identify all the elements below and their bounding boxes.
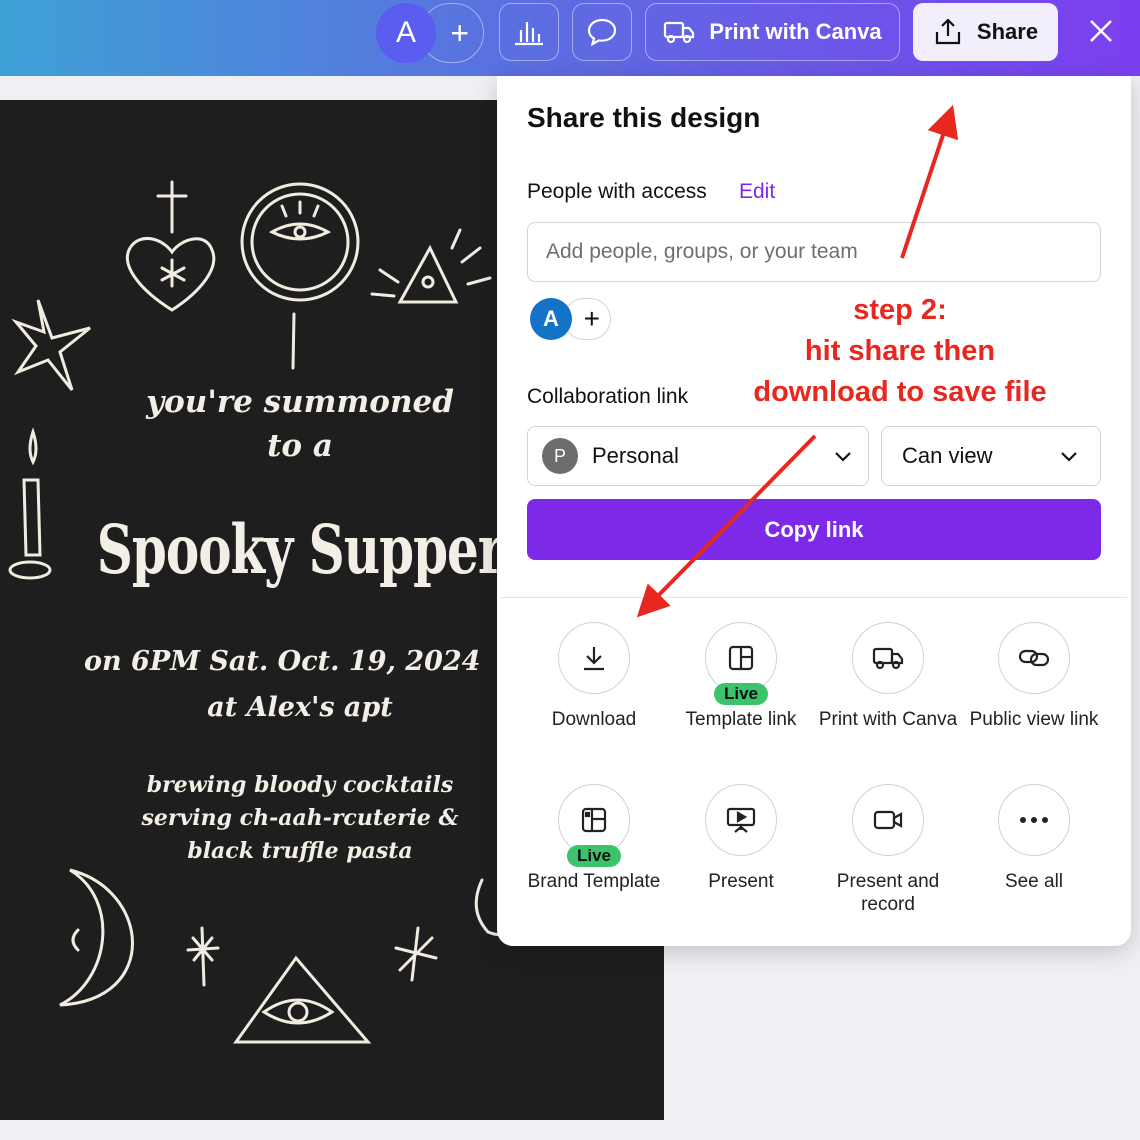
annotation-line-3: download to save file bbox=[753, 376, 1047, 408]
brand-template-option[interactable]: Live Brand Template bbox=[519, 784, 669, 893]
print-option[interactable]: Print with Canva bbox=[813, 622, 963, 731]
see-all-option[interactable]: See all bbox=[959, 784, 1109, 893]
brand-template-button[interactable]: Live bbox=[558, 784, 630, 867]
plus-icon: + bbox=[450, 14, 469, 51]
share-button[interactable]: Share bbox=[913, 3, 1058, 61]
collaboration-link-label: Collaboration link bbox=[527, 385, 689, 408]
panel-title: Share this design bbox=[527, 102, 761, 133]
insights-icon bbox=[515, 22, 543, 46]
plus-icon: + bbox=[583, 303, 600, 334]
annotation-line-2: hit share then bbox=[804, 335, 996, 367]
present-button[interactable] bbox=[705, 784, 777, 856]
template-link-label: Template link bbox=[685, 709, 797, 730]
divider bbox=[501, 597, 1127, 598]
present-and-record-label: Present and record bbox=[836, 871, 940, 915]
truck-icon bbox=[664, 21, 695, 44]
print-label: Print with Canva bbox=[818, 709, 958, 730]
link-scope-select[interactable]: P Personal bbox=[527, 426, 869, 486]
brand-template-icon bbox=[581, 807, 607, 833]
link-icon bbox=[1018, 649, 1050, 667]
top-toolbar: + A Print with Canva Share bbox=[0, 0, 1140, 76]
link-scope-value: Personal bbox=[592, 443, 679, 468]
public-view-link-option[interactable]: Public view link bbox=[959, 622, 1109, 731]
more-icon bbox=[1020, 817, 1048, 823]
permission-value: Can view bbox=[902, 443, 993, 468]
comment-icon bbox=[587, 18, 617, 47]
close-icon[interactable] bbox=[1082, 12, 1120, 50]
share-label: Share bbox=[976, 19, 1039, 44]
scope-badge: P bbox=[542, 438, 578, 474]
download-option[interactable]: Download bbox=[519, 622, 669, 731]
live-badge: Live bbox=[713, 683, 769, 705]
present-icon bbox=[726, 807, 756, 833]
present-option[interactable]: Present bbox=[666, 784, 816, 893]
tutorial-annotation: step 2: hit share then download to save … bbox=[740, 290, 1060, 413]
share-icon bbox=[935, 18, 961, 45]
print-with-canva-button[interactable]: Print with Canva bbox=[645, 3, 900, 61]
chevron-down-icon bbox=[1061, 452, 1077, 462]
present-and-record-button[interactable] bbox=[852, 784, 924, 856]
camera-icon bbox=[873, 810, 903, 830]
people-access-label: People with access bbox=[527, 180, 707, 203]
brand-template-label: Brand Template bbox=[527, 871, 661, 892]
copy-link-button[interactable]: Copy link bbox=[527, 499, 1101, 560]
event-title: Spooky Supper bbox=[96, 509, 504, 590]
share-panel: Share this design People with access Edi… bbox=[497, 76, 1131, 946]
present-and-record-option[interactable]: Present and record bbox=[813, 784, 963, 916]
comment-button[interactable] bbox=[572, 3, 632, 61]
see-all-button[interactable] bbox=[998, 784, 1070, 856]
add-people-input[interactable] bbox=[527, 222, 1101, 282]
template-icon bbox=[728, 645, 754, 671]
annotation-line-1: step 2: bbox=[853, 294, 947, 326]
user-avatar[interactable]: A bbox=[376, 3, 436, 63]
download-button[interactable] bbox=[558, 622, 630, 694]
template-link-button[interactable]: Live bbox=[705, 622, 777, 705]
download-label: Download bbox=[551, 709, 637, 730]
public-view-link-button[interactable] bbox=[998, 622, 1070, 694]
public-view-link-label: Public view link bbox=[969, 709, 1099, 730]
print-button[interactable] bbox=[852, 622, 924, 694]
template-link-option[interactable]: Live Template link bbox=[666, 622, 816, 731]
see-all-label: See all bbox=[1004, 871, 1064, 892]
truck-icon bbox=[872, 647, 904, 670]
print-label: Print with Canva bbox=[709, 19, 882, 44]
chevron-down-icon bbox=[835, 452, 851, 462]
download-icon bbox=[584, 647, 604, 671]
present-label: Present bbox=[708, 871, 774, 892]
edit-access-link[interactable]: Edit bbox=[739, 180, 775, 204]
permission-select[interactable]: Can view bbox=[881, 426, 1101, 486]
member-avatar[interactable]: A bbox=[530, 298, 572, 340]
insights-button[interactable] bbox=[499, 3, 559, 61]
live-badge: Live bbox=[566, 845, 622, 867]
